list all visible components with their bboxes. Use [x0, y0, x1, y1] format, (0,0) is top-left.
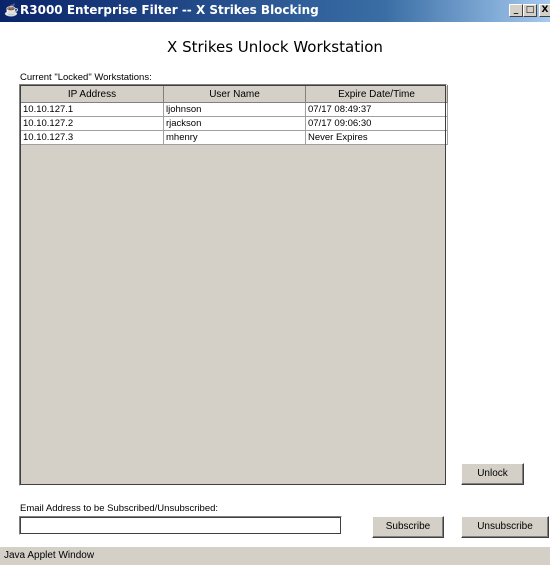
- column-header-ip[interactable]: IP Address: [20, 85, 164, 103]
- unlock-button[interactable]: Unlock: [461, 463, 524, 485]
- window-title: R3000 Enterprise Filter -- X Strikes Blo…: [20, 3, 319, 17]
- subscribe-button[interactable]: Subscribe: [372, 516, 444, 538]
- table-row[interactable]: 10.10.127.3 mhenry Never Expires: [20, 130, 448, 145]
- table-header-row: IP Address User Name Expire Date/Time: [20, 85, 448, 103]
- table-row[interactable]: 10.10.127.1 ljohnson 07/17 08:49:37: [20, 102, 448, 117]
- email-label: Email Address to be Subscribed/Unsubscri…: [20, 503, 219, 514]
- close-button[interactable]: X: [539, 4, 550, 17]
- email-input[interactable]: [19, 516, 342, 535]
- table-row[interactable]: 10.10.127.2 rjackson 07/17 09:06:30: [20, 116, 448, 131]
- minimize-button[interactable]: _: [509, 4, 523, 17]
- cell-ip: 10.10.127.2: [20, 116, 164, 131]
- status-bar: Java Applet Window: [0, 547, 550, 565]
- page-title: X Strikes Unlock Workstation: [167, 38, 383, 56]
- cell-expire: 07/17 08:49:37: [305, 102, 448, 117]
- column-header-expire[interactable]: Expire Date/Time: [305, 85, 448, 103]
- cell-ip: 10.10.127.1: [20, 102, 164, 117]
- maximize-button[interactable]: □: [523, 4, 537, 17]
- column-header-user[interactable]: User Name: [163, 85, 306, 103]
- cell-expire: 07/17 09:06:30: [305, 116, 448, 131]
- locked-workstations-label: Current "Locked" Workstations:: [20, 72, 152, 83]
- cell-user: rjackson: [163, 116, 306, 131]
- cell-ip: 10.10.127.3: [20, 130, 164, 145]
- java-cup-icon: ☕: [4, 3, 19, 17]
- cell-user: mhenry: [163, 130, 306, 145]
- locked-workstations-table[interactable]: IP Address User Name Expire Date/Time 10…: [19, 84, 448, 486]
- unsubscribe-button[interactable]: Unsubscribe: [461, 516, 549, 538]
- cell-user: ljohnson: [163, 102, 306, 117]
- title-bar[interactable]: ☕ R3000 Enterprise Filter -- X Strikes B…: [0, 0, 550, 22]
- cell-expire: Never Expires: [305, 130, 448, 145]
